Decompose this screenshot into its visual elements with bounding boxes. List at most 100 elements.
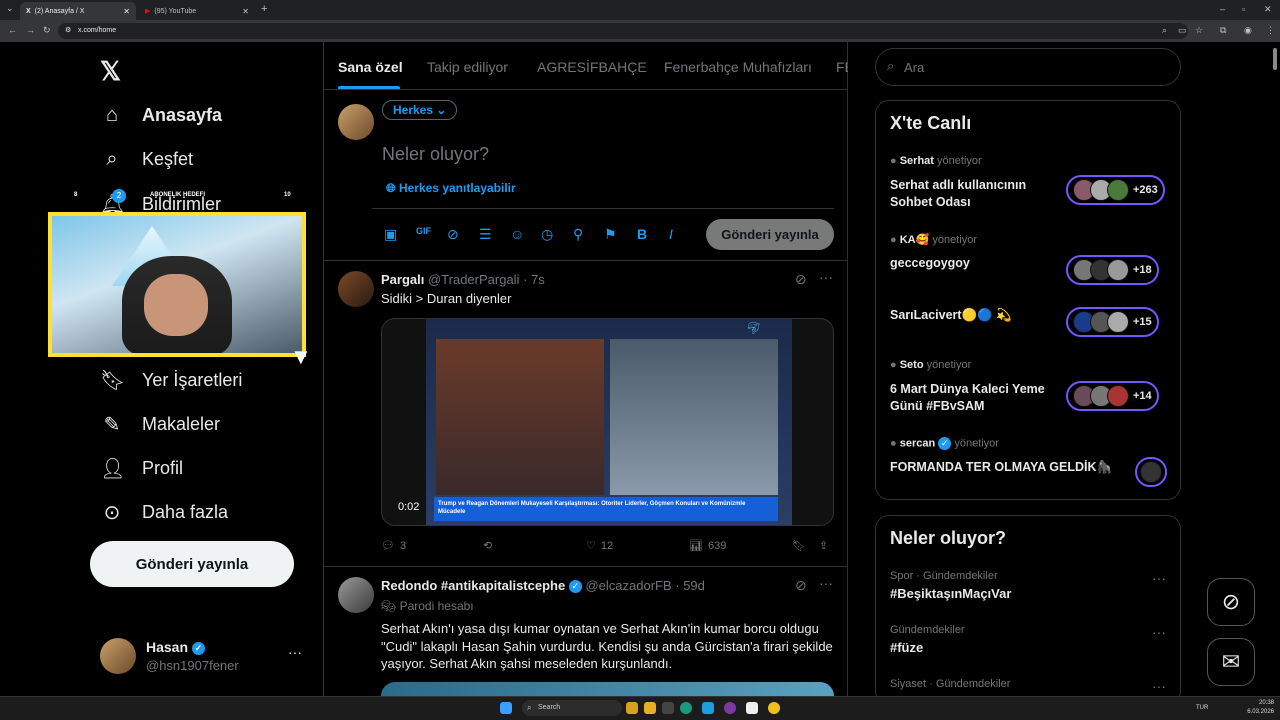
like-button[interactable]: ♡ 12: [586, 539, 613, 553]
tab-fenerbahce-muhafizlari[interactable]: Fenerbahçe Muhafızları: [664, 59, 812, 75]
minimize-icon[interactable]: –: [1220, 4, 1225, 14]
close-window-icon[interactable]: ✕: [1264, 4, 1272, 15]
more-icon[interactable]: ···: [819, 575, 833, 591]
clock-date[interactable]: 6.03.2026: [1240, 709, 1274, 715]
x-logo-icon[interactable]: 𝕏: [100, 56, 121, 87]
bookmark-icon[interactable]: 🔖︎: [792, 539, 806, 552]
messages-fab[interactable]: ✉: [1207, 638, 1255, 686]
audience-selector[interactable]: Herkes ⌄: [382, 100, 458, 120]
more-icon[interactable]: ···: [1152, 678, 1166, 694]
widgets-icon[interactable]: [626, 702, 638, 714]
views-button[interactable]: 📊︎ 639: [689, 539, 726, 553]
nav-item-articles[interactable]: ✎ Makaleler: [100, 412, 220, 437]
trend-name[interactable]: #BeşiktaşınMaçıVar: [890, 586, 1011, 601]
space-title[interactable]: SarıLacivert🟡🔵 💫: [890, 307, 1060, 324]
account-more-icon[interactable]: ···: [288, 644, 302, 660]
nav-item-profile[interactable]: 👤︎ Profil: [100, 456, 183, 481]
tab-agresifbahce[interactable]: AGRESİFBAHÇE: [537, 59, 647, 75]
location-icon[interactable]: ⚲: [573, 226, 583, 243]
new-tab-icon[interactable]: +: [261, 3, 267, 15]
media-icon[interactable]: ▣: [384, 226, 397, 243]
poll-icon[interactable]: ☰: [479, 226, 492, 243]
browser-tab-youtube[interactable]: ▶ (95) YouTube ✕: [139, 2, 255, 20]
tweet-time[interactable]: · 7s: [523, 272, 545, 287]
tweet-video[interactable]: Trump ve Reagan Dönemleri Mukayeseli Kar…: [381, 318, 834, 526]
tweet-author[interactable]: Pargalı: [381, 272, 424, 287]
schedule-icon[interactable]: ◷: [541, 226, 553, 243]
reload-icon[interactable]: ↻: [43, 25, 51, 36]
repost-button[interactable]: ⟲: [483, 539, 492, 552]
obs-icon[interactable]: [724, 702, 736, 714]
space-title[interactable]: geccegoygoy: [890, 255, 1060, 272]
tweet-handle[interactable]: @TraderPargali: [428, 272, 519, 287]
profile-icon[interactable]: ◉: [1244, 25, 1252, 36]
space-listeners[interactable]: [1135, 457, 1167, 487]
site-info-icon[interactable]: ⚙: [65, 26, 71, 34]
edge-icon[interactable]: [680, 702, 692, 714]
nav-item-bookmarks[interactable]: 🔖︎ Yer İşaretleri: [100, 368, 242, 393]
tab-following[interactable]: Takip ediliyor: [427, 59, 508, 75]
zoom-icon[interactable]: ⌕: [1162, 25, 1167, 36]
nav-item-more[interactable]: ⊙ Daha fazla: [100, 500, 228, 525]
more-icon[interactable]: ···: [1152, 624, 1166, 640]
space-title[interactable]: Serhat adlı kullanıcının Sohbet Odası: [890, 177, 1060, 211]
space-listeners[interactable]: +15: [1066, 307, 1159, 337]
reply-setting[interactable]: 🌐︎ Herkes yanıtlayabilir: [386, 181, 516, 196]
grok-icon[interactable]: ⊘: [447, 226, 459, 243]
menu-icon[interactable]: ⋮: [1266, 25, 1275, 36]
avatar[interactable]: [338, 271, 374, 307]
nav-item-explore[interactable]: ⌕ Keşfet: [100, 148, 193, 171]
close-tab-icon[interactable]: ✕: [123, 7, 130, 16]
windows-start-icon[interactable]: [500, 702, 512, 714]
cast-icon[interactable]: ▭: [1178, 25, 1187, 36]
back-icon[interactable]: ←: [8, 25, 17, 35]
tweet-media[interactable]: [381, 682, 834, 696]
tweet-time[interactable]: · 59d: [675, 578, 705, 593]
compose-input[interactable]: Neler oluyor?: [382, 144, 489, 165]
file-explorer-icon[interactable]: [644, 702, 656, 714]
emoji-icon[interactable]: ☺: [510, 226, 524, 242]
store-icon[interactable]: [702, 702, 714, 714]
task-view-icon[interactable]: [662, 702, 674, 714]
italic-icon[interactable]: I: [669, 226, 673, 242]
nav-item-home[interactable]: ⌂ Anasayfa: [100, 104, 222, 127]
clock-time[interactable]: 20:38: [1246, 700, 1274, 706]
gif-icon[interactable]: GIF: [416, 226, 431, 236]
compose-post-button[interactable]: Gönderi yayınla: [706, 219, 834, 250]
avatar[interactable]: [338, 577, 374, 613]
search-input[interactable]: ⌕ Ara: [875, 48, 1181, 86]
space-title[interactable]: 6 Mart Dünya Kaleci Yeme Günü #FBvSAM: [890, 381, 1060, 415]
trend-name[interactable]: #füze: [890, 640, 923, 655]
tab-fb[interactable]: FB: [836, 59, 848, 75]
tweet-author[interactable]: Redondo #antikapitalistcephe: [381, 578, 565, 593]
extensions-icon[interactable]: ⧉: [1220, 25, 1226, 36]
space-listeners[interactable]: +14: [1066, 381, 1159, 411]
maximize-icon[interactable]: ▫: [1242, 4, 1245, 14]
space-listeners[interactable]: +18: [1066, 255, 1159, 285]
chrome-icon[interactable]: [768, 702, 780, 714]
bookmark-star-icon[interactable]: ☆: [1195, 25, 1203, 36]
account-switcher[interactable]: Hasan ✓ @hsn1907fener ···: [90, 632, 320, 682]
space-listeners[interactable]: +263: [1066, 175, 1165, 205]
scrollbar-thumb[interactable]: [1273, 48, 1277, 70]
forward-icon[interactable]: →: [26, 25, 35, 35]
browser-tab-x[interactable]: X (2) Anasayfa / X ✕: [20, 2, 136, 20]
close-tab-icon[interactable]: ✕: [242, 7, 249, 16]
url-field[interactable]: ⚙ x.com/home: [58, 23, 1188, 39]
grok-fab[interactable]: ⊘: [1207, 578, 1255, 626]
grok-icon[interactable]: ⊘: [795, 577, 807, 594]
flag-icon[interactable]: ⚑: [604, 226, 617, 243]
bold-icon[interactable]: B: [637, 226, 647, 242]
taskbar-search[interactable]: ⌕ Search: [522, 700, 622, 716]
reply-button[interactable]: 💬︎ 3: [381, 539, 406, 553]
app-icon[interactable]: [746, 702, 758, 714]
tab-for-you[interactable]: Sana özel: [338, 59, 403, 75]
tweet[interactable]: Redondo #antikapitalistcephe ✓ @elcazado…: [324, 567, 848, 696]
grok-icon[interactable]: ⊘: [795, 271, 807, 288]
share-icon[interactable]: ⇪: [819, 539, 828, 552]
language-indicator[interactable]: TUR: [1196, 705, 1208, 711]
tweet[interactable]: Pargalı @TraderPargali · 7s ⊘ ··· Sidiki…: [324, 261, 848, 566]
tweet-handle[interactable]: @elcazadorFB: [585, 578, 671, 593]
more-icon[interactable]: ···: [1152, 570, 1166, 586]
more-icon[interactable]: ···: [819, 269, 833, 285]
